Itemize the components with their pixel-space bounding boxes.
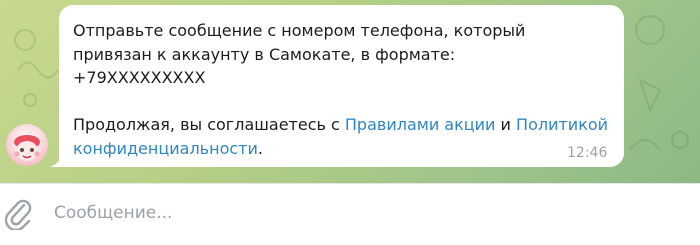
consent-period: .	[257, 138, 263, 158]
phone-format: +79XXXXXXXXX	[73, 68, 206, 87]
consent-line-2: конфиденциальности.	[73, 137, 618, 161]
consent-text-and: и	[495, 115, 517, 134]
privacy-policy-link[interactable]: Политикой	[516, 115, 608, 134]
promo-rules-link[interactable]: Правилами акции	[345, 115, 496, 134]
consent-text: Продолжая, вы соглашаетесь с	[73, 115, 345, 134]
message-text: Отправьте сообщение с номером телефона, …	[73, 19, 618, 160]
message-line: привязан к аккаунту в Самокате, в формат…	[73, 44, 456, 64]
privacy-policy-link-cont[interactable]: конфиденциальности	[73, 139, 258, 158]
bot-avatar[interactable]	[6, 124, 48, 166]
message-line: Отправьте сообщение с номером телефона, …	[73, 21, 526, 40]
avatar-character-icon	[14, 135, 40, 161]
paperclip-icon[interactable]	[4, 196, 32, 230]
message-timestamp: 12:46	[567, 145, 608, 161]
consent-line: Продолжая, вы соглашаетесь с Правилами а…	[73, 113, 618, 137]
message-input[interactable]	[50, 193, 658, 233]
